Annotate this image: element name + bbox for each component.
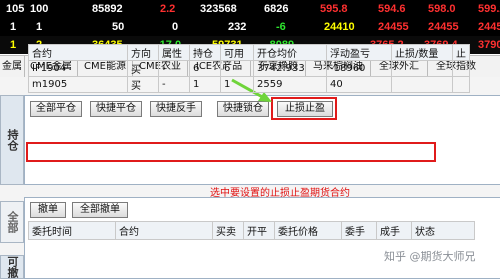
quote-cell: 1 — [36, 21, 43, 33]
col-order-time[interactable]: 委托时间 — [28, 221, 116, 240]
quick-close-button[interactable]: 快捷平仓 — [90, 101, 142, 117]
cancel-order-button[interactable]: 撤单 — [30, 202, 66, 218]
quote-cell: 24455 — [378, 21, 409, 33]
col-side[interactable]: 买卖 — [212, 221, 244, 240]
quote-cell: 105 — [6, 3, 25, 15]
quote-cell: 594.6 — [378, 3, 406, 15]
col-status[interactable]: 状态 — [411, 221, 475, 240]
quote-cell: 6826 — [264, 3, 289, 15]
quote-cell: 100 — [30, 3, 49, 15]
cell-attribute: - — [158, 60, 190, 77]
annotation-text: 选中要设置的止损止盈期货合约 — [210, 188, 350, 199]
cell-direction: 买 — [127, 60, 159, 77]
tab-metals[interactable]: 金属 — [0, 56, 25, 77]
side-tab-all[interactable]: 全部 — [0, 201, 24, 243]
table-row[interactable]: m1905 买 - 1 1 2559 40 — [28, 76, 470, 93]
table-row[interactable]: IF1904 买 - 6 6 3742.933 -18960 — [28, 60, 470, 77]
quote-cell: 232 — [228, 21, 247, 33]
col-available[interactable]: 可用 — [220, 44, 254, 61]
position-table: 合约 方向 属性 持仓 可用 开仓均价 浮动盈亏 止损/数量 止 IF1904 … — [28, 44, 470, 93]
quote-cell: 2.2 — [160, 3, 176, 15]
col-float-pnl[interactable]: 浮动盈亏 — [326, 44, 392, 61]
row-highlight-box — [26, 142, 436, 162]
quote-cell: -6 — [276, 21, 286, 33]
cell-stop-more — [452, 60, 470, 77]
cell-attribute: - — [158, 76, 190, 93]
col-filled-qty[interactable]: 成手 — [376, 221, 412, 240]
cell-available: 6 — [220, 60, 254, 77]
quote-cell: 3790 — [478, 39, 500, 51]
cell-available: 1 — [220, 76, 254, 93]
col-order-price[interactable]: 委托价格 — [274, 221, 342, 240]
col-hold[interactable]: 持仓 — [189, 44, 221, 61]
cell-avg-price: 2559 — [253, 76, 327, 93]
cell-direction: 买 — [127, 76, 159, 93]
cell-stop — [391, 60, 453, 77]
quick-reverse-button[interactable]: 快捷反手 — [150, 101, 202, 117]
quote-cell: 1 — [10, 39, 17, 51]
quote-cell: 598.0 — [428, 3, 456, 15]
cell-float-pnl: -18960 — [326, 60, 392, 77]
quote-cell: 50 — [112, 21, 125, 33]
cell-stop-more — [452, 76, 470, 93]
cell-float-pnl: 40 — [326, 76, 392, 93]
quote-cell: 2445 — [478, 21, 500, 33]
close-all-button[interactable]: 全部平仓 — [30, 101, 82, 117]
col-avg-price[interactable]: 开仓均价 — [253, 44, 327, 61]
quote-cell: 323568 — [200, 3, 237, 15]
watermark: 知乎 @期货大师兄 — [384, 250, 476, 263]
quick-lock-button[interactable]: 快捷锁仓 — [217, 101, 269, 117]
side-tab-cancelable[interactable]: 可撤 — [0, 255, 24, 279]
cell-hold: 1 — [189, 76, 221, 93]
cell-stop — [391, 76, 453, 93]
col-attribute[interactable]: 属性 — [158, 44, 190, 61]
button-highlight-box — [271, 97, 337, 120]
col-contract[interactable]: 合约 — [28, 44, 128, 61]
quote-cell: 24455 — [428, 21, 459, 33]
cancel-all-orders-button[interactable]: 全部撤单 — [72, 202, 128, 218]
quote-cell: 595.8 — [320, 3, 348, 15]
table-header-row: 合约 方向 属性 持仓 可用 开仓均价 浮动盈亏 止损/数量 止 — [28, 44, 470, 61]
col-stop-more[interactable]: 止 — [452, 44, 470, 61]
col-stop-qty[interactable]: 止损/数量 — [391, 44, 453, 61]
quote-row[interactable]: 1 1 50 0 232 -6 24410 24455 24455 2445 — [0, 18, 500, 36]
quote-cell: 599.2 — [478, 3, 500, 15]
table-header-row: 委托时间 合约 买卖 开平 委托价格 委手 成手 状态 — [28, 221, 475, 240]
side-tab-position[interactable]: 持仓 — [0, 95, 24, 185]
quote-cell: 24410 — [324, 21, 355, 33]
cell-contract: m1905 — [28, 76, 128, 93]
col-open-close[interactable]: 开平 — [243, 221, 275, 240]
cell-avg-price: 3742.933 — [253, 60, 327, 77]
col-contract[interactable]: 合约 — [115, 221, 213, 240]
quote-cell: 1 — [10, 21, 17, 33]
cell-hold: 6 — [189, 60, 221, 77]
col-direction[interactable]: 方向 — [127, 44, 159, 61]
quote-row[interactable]: 105 100 85892 2.2 323568 6826 595.8 594.… — [0, 0, 500, 18]
quote-cell: 85892 — [92, 3, 123, 15]
order-table: 委托时间 合约 买卖 开平 委托价格 委手 成手 状态 — [28, 221, 475, 240]
cell-contract: IF1904 — [28, 60, 128, 77]
quote-cell: 0 — [172, 21, 179, 33]
col-order-qty[interactable]: 委手 — [341, 221, 377, 240]
